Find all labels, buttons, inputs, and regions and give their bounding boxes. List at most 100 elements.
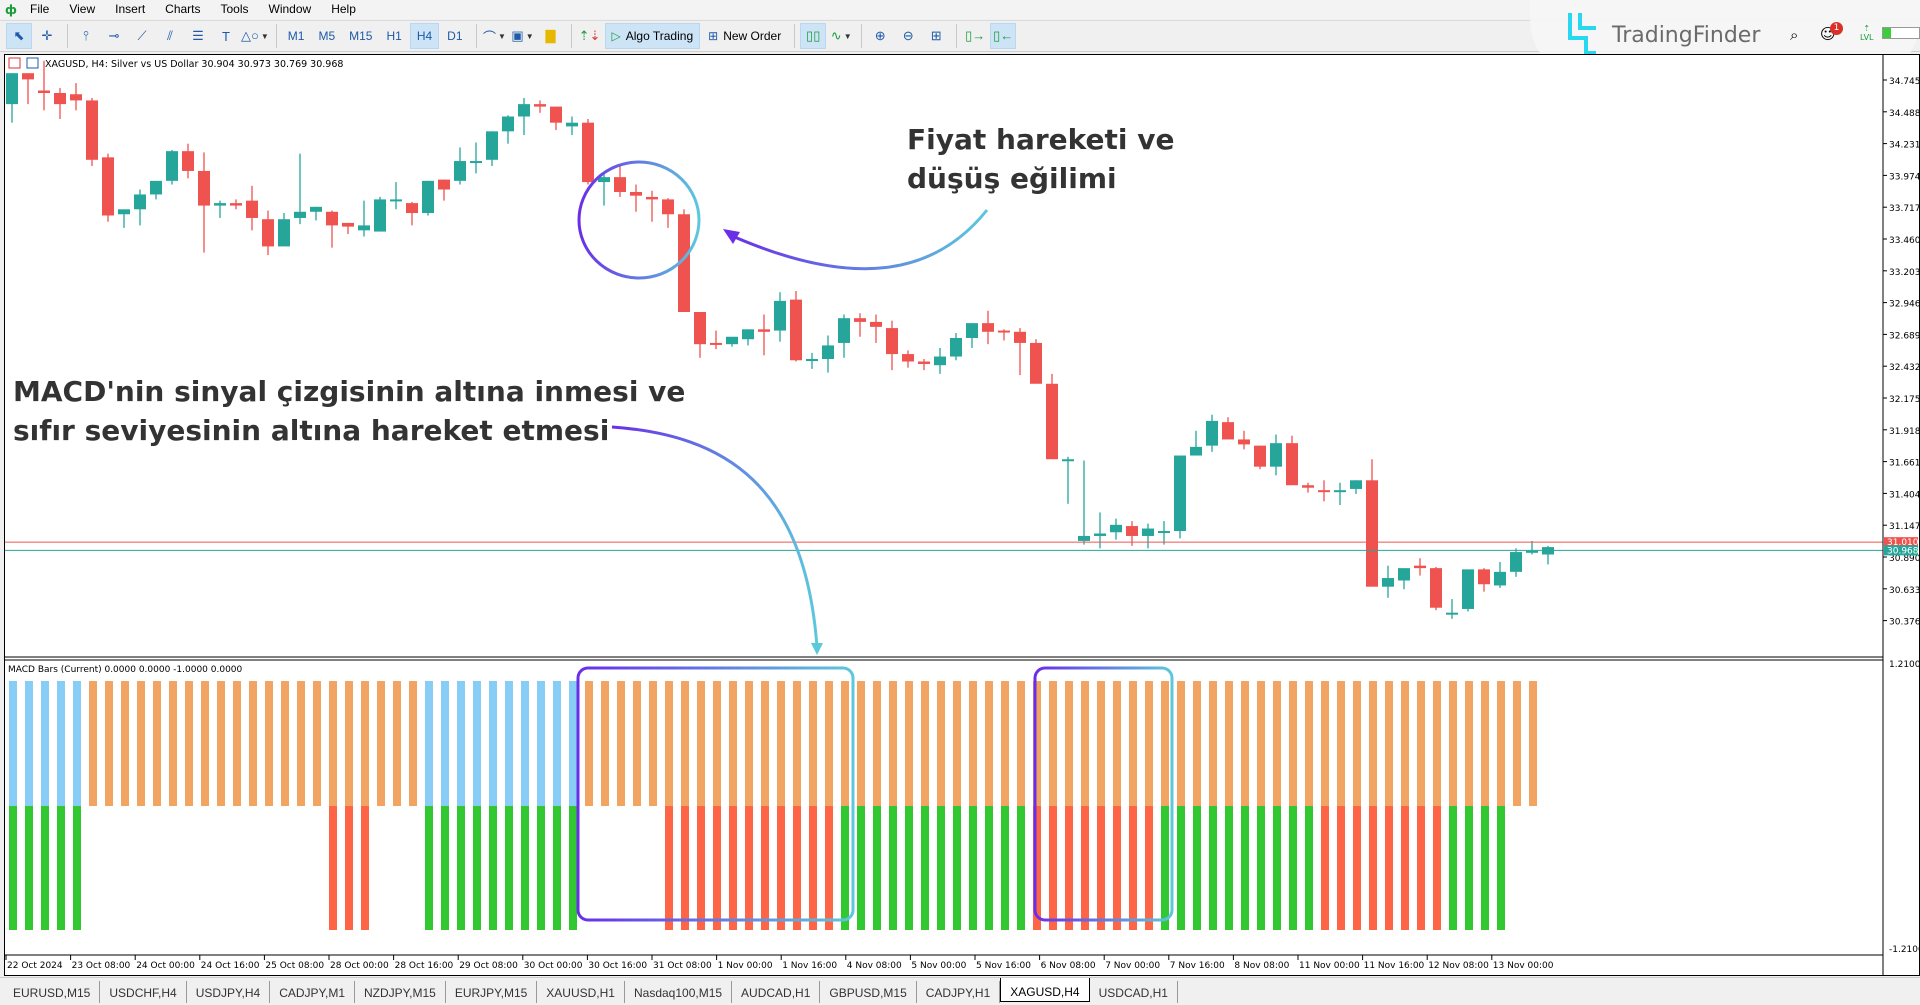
chart-tab[interactable]: XAUUSD,H1: [537, 981, 625, 1003]
chart-tab[interactable]: Nasdaq100,M15: [625, 981, 733, 1003]
candle-body: [150, 180, 162, 195]
trendline-button[interactable]: ⟋: [129, 23, 155, 49]
chart-tab[interactable]: USDCHF,H4: [100, 981, 187, 1003]
candle-body: [182, 151, 194, 171]
macd-bar-lower: [1225, 806, 1233, 930]
candle-body: [902, 354, 914, 362]
candle: [422, 180, 434, 216]
timeframe-m5[interactable]: M5: [312, 23, 341, 49]
candle: [886, 320, 898, 371]
menu-help[interactable]: Help: [323, 0, 368, 19]
chart-tab[interactable]: EURUSD,M15: [4, 981, 101, 1003]
candle: [406, 201, 418, 226]
candle: [710, 330, 722, 350]
channel-icon: ⫽: [167, 28, 173, 43]
chart-tab[interactable]: USDCAD,H1: [1090, 981, 1178, 1003]
candle: [1062, 456, 1074, 504]
candlestick-chart-button[interactable]: ▯▯: [800, 23, 827, 49]
cursor-icon: ⬉: [13, 28, 25, 43]
candle-body: [1222, 422, 1234, 440]
timeframe-m15[interactable]: M15: [343, 23, 378, 49]
chart-type-button[interactable]: ⌒ ▼: [482, 23, 508, 49]
menu-file[interactable]: File: [22, 0, 61, 19]
menu-charts[interactable]: Charts: [157, 0, 212, 19]
chart-tab[interactable]: USDJPY,H4: [187, 981, 271, 1003]
candle: [182, 143, 194, 179]
text-tool-button[interactable]: T: [213, 23, 239, 49]
timeframe-m1[interactable]: M1: [282, 23, 311, 49]
fibonacci-button[interactable]: ☰: [185, 23, 211, 49]
zoom-in-button[interactable]: ⊕: [867, 23, 893, 49]
shapes-button[interactable]: △○ ▼: [241, 23, 269, 49]
candle-body: [950, 337, 962, 357]
toolbar-separator: [275, 24, 277, 48]
chart-tab[interactable]: NZDJPY,M15: [355, 981, 446, 1003]
chart-tab[interactable]: GBPUSD,M15: [820, 981, 917, 1003]
candle-body: [358, 225, 370, 231]
tile-windows-button[interactable]: ⊞: [923, 23, 949, 49]
candle: [1254, 445, 1266, 470]
candle: [966, 323, 978, 348]
macd-bar-upper: [841, 681, 849, 806]
crosshair-icon: ✛: [41, 28, 53, 43]
algo-trading-button[interactable]: ▷ Algo Trading: [604, 23, 701, 49]
chart-properties-icon[interactable]: [8, 57, 21, 69]
macd-bar-lower: [489, 806, 497, 930]
candle-body: [982, 323, 994, 332]
candle-body: [1030, 342, 1042, 384]
cursor-tool-button[interactable]: ⬉: [6, 23, 32, 49]
menu-view[interactable]: View: [61, 0, 107, 19]
time-tick-label: 23 Oct 08:00: [72, 961, 131, 971]
templates-button[interactable]: ▇: [538, 23, 564, 49]
timeframe-h4[interactable]: H4: [409, 23, 440, 49]
menu-tools[interactable]: Tools: [213, 0, 261, 19]
macd-bar-upper: [1385, 681, 1393, 806]
macd-bar-lower: [1161, 806, 1169, 930]
macd-bar-lower: [1289, 806, 1297, 930]
menu-window[interactable]: Window: [261, 0, 324, 19]
macd-bar-upper: [649, 681, 657, 806]
chart-tab[interactable]: EURJPY,M15: [446, 981, 538, 1003]
timeframe-h1[interactable]: H1: [380, 23, 407, 49]
chart-tab[interactable]: CADJPY,H1: [917, 981, 1001, 1003]
crosshair-tool-button[interactable]: ✛: [34, 23, 60, 49]
new-order-button[interactable]: ⊞ New Order: [702, 23, 787, 49]
candle: [22, 73, 34, 105]
candle: [1142, 523, 1154, 549]
candle: [454, 147, 466, 185]
autoscroll-button[interactable]: ▯→: [962, 23, 988, 49]
time-tick-label: 24 Oct 00:00: [136, 961, 195, 971]
macd-bar-upper: [617, 681, 625, 806]
channel-button[interactable]: ⫽: [157, 23, 183, 49]
candle-body: [1462, 569, 1474, 609]
candle: [1350, 480, 1362, 494]
macd-bar-lower: [569, 806, 577, 930]
menu-insert[interactable]: Insert: [107, 0, 157, 19]
zoom-out-button[interactable]: ⊖: [895, 23, 921, 49]
chart-shift-button[interactable]: ▯←: [990, 23, 1017, 49]
horizontal-line-button[interactable]: ⊸: [101, 23, 127, 49]
chart-window[interactable]: XAGUSD, H4: Silver vs US Dollar 30.904 3…: [4, 54, 1920, 976]
candle: [854, 313, 866, 337]
search-icon[interactable]: ⌕: [1790, 26, 1798, 44]
line-indicator-button[interactable]: ∿ ▼: [828, 23, 854, 49]
indicators-button[interactable]: ▣ ▼: [510, 23, 536, 49]
candle-body: [1094, 533, 1106, 536]
candle-body: [1190, 446, 1202, 456]
chart-tab[interactable]: AUDCAD,H1: [732, 981, 821, 1003]
time-tick-label: 13 Nov 00:00: [1493, 961, 1554, 971]
candle: [1446, 599, 1458, 619]
macd-bar-lower: [1017, 806, 1025, 930]
candle: [1478, 568, 1490, 592]
chart-tab[interactable]: CADJPY,M1: [270, 981, 355, 1003]
vertical-line-button[interactable]: ⫯: [73, 23, 99, 49]
chart-tab[interactable]: XAGUSD,H4: [1000, 978, 1090, 1002]
chart-canvas[interactable]: XAGUSD, H4: Silver vs US Dollar 30.904 3…: [5, 55, 1920, 975]
one-click-trading-button[interactable]: ⇡⇣: [577, 23, 603, 49]
macd-bar-upper: [1305, 681, 1313, 806]
candle-body: [374, 199, 386, 232]
level-indicator[interactable]: ⇡ LVL: [1860, 24, 1874, 42]
chart-save-icon[interactable]: [26, 57, 39, 69]
timeframe-d1[interactable]: D1: [441, 23, 468, 49]
candle: [646, 190, 658, 222]
